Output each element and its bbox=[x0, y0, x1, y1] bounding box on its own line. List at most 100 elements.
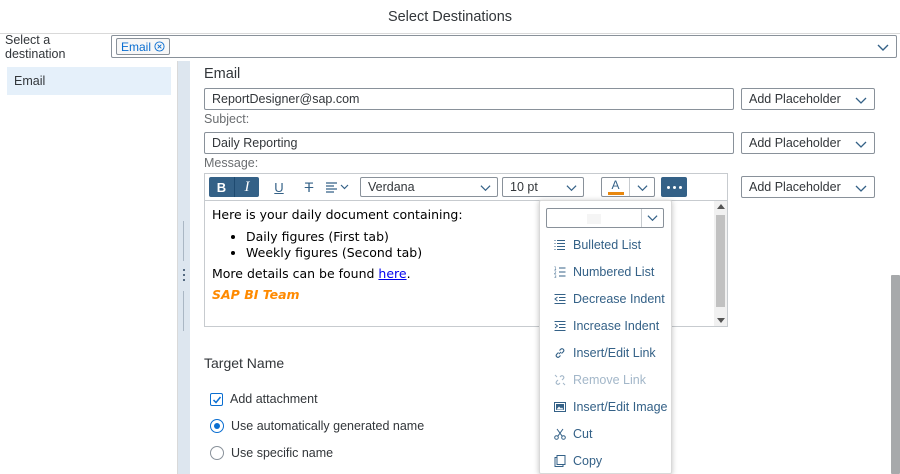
to-add-placeholder-select[interactable]: Add Placeholder bbox=[741, 88, 875, 110]
increase-indent-icon bbox=[554, 320, 566, 331]
editor-scrollbar[interactable] bbox=[714, 201, 727, 326]
destination-token-email[interactable]: Email bbox=[116, 38, 171, 55]
menu-item-label: Cut bbox=[573, 426, 593, 441]
font-color-button[interactable]: A bbox=[601, 177, 655, 197]
strikethrough-button[interactable]: T bbox=[297, 177, 321, 197]
svg-text:3: 3 bbox=[554, 274, 557, 278]
message-bullet-list: Daily figures (First tab) Weekly figures… bbox=[246, 229, 463, 260]
underline-button[interactable]: U bbox=[267, 177, 291, 197]
menu-item-label: Numbered List bbox=[573, 264, 655, 279]
add-attachment-option[interactable]: Add attachment bbox=[210, 392, 318, 406]
numbered-list-icon: 123 bbox=[554, 266, 566, 278]
add-attachment-label: Add attachment bbox=[230, 392, 318, 406]
chevron-down-icon bbox=[855, 141, 867, 148]
token-remove-icon[interactable] bbox=[154, 41, 165, 52]
destination-list-item-email[interactable]: Email bbox=[7, 67, 171, 95]
message-details: More details can be found here. bbox=[212, 266, 463, 282]
menu-item-insert-edit-image[interactable]: Insert/Edit Image bbox=[540, 393, 671, 420]
panel-scrollbar[interactable] bbox=[889, 61, 900, 474]
italic-button[interactable]: I bbox=[234, 177, 259, 197]
menu-item-decrease-indent[interactable]: Decrease Indent bbox=[540, 285, 671, 312]
chevron-down-icon bbox=[855, 185, 867, 192]
select-value: Add Placeholder bbox=[749, 136, 841, 150]
subject-input[interactable]: Daily Reporting bbox=[204, 132, 734, 154]
bulleted-list-icon bbox=[554, 239, 565, 250]
rich-text-toolbar: B I U T Verdana 10 pt A bbox=[204, 173, 728, 200]
scroll-up-icon[interactable] bbox=[717, 204, 725, 209]
link-icon bbox=[555, 347, 565, 358]
message-signature: SAP BI Team bbox=[212, 287, 300, 302]
menu-item-label: Increase Indent bbox=[573, 318, 660, 333]
menu-item-label: Copy bbox=[573, 453, 603, 468]
select-empty-value bbox=[587, 214, 601, 224]
specific-name-radio[interactable] bbox=[210, 446, 224, 460]
menu-item-label: Insert/Edit Image bbox=[573, 399, 668, 414]
menu-item-remove-link[interactable]: Remove Link bbox=[540, 366, 671, 393]
message-intro: Here is your daily document containing: bbox=[212, 207, 463, 222]
decrease-indent-icon bbox=[554, 293, 566, 304]
specific-name-option[interactable]: Use specific name bbox=[210, 446, 333, 460]
font-size-select[interactable]: 10 pt bbox=[502, 177, 584, 197]
chevron-down-icon bbox=[480, 185, 491, 192]
to-input[interactable]: ReportDesigner@sap.com bbox=[204, 88, 734, 110]
more-options-button[interactable] bbox=[661, 177, 687, 197]
subject-label: Subject: bbox=[204, 112, 250, 126]
menu-item-copy[interactable]: Copy bbox=[540, 447, 671, 474]
chevron-down-icon[interactable] bbox=[637, 182, 648, 193]
list-item: Daily figures (First tab) bbox=[246, 229, 463, 245]
destination-label: Select a destination bbox=[5, 33, 66, 61]
scrollbar-thumb[interactable] bbox=[716, 215, 725, 307]
splitter-line bbox=[183, 291, 184, 331]
font-color-letter: A bbox=[611, 178, 620, 192]
copy-icon bbox=[554, 454, 566, 467]
splitter-line bbox=[183, 221, 184, 261]
splitter-grip-icon[interactable] bbox=[183, 269, 185, 283]
details-link[interactable]: here bbox=[378, 266, 406, 281]
message-add-placeholder-select[interactable]: Add Placeholder bbox=[741, 176, 875, 198]
font-color-icon[interactable]: A bbox=[602, 178, 630, 196]
align-left-icon bbox=[326, 182, 349, 193]
message-label: Message: bbox=[204, 156, 259, 170]
select-value: Add Placeholder bbox=[749, 92, 841, 106]
menu-item-cut[interactable]: Cut bbox=[540, 420, 671, 447]
chevron-down-icon bbox=[647, 215, 658, 222]
auto-name-radio[interactable] bbox=[210, 419, 224, 433]
scrollbar-thumb[interactable] bbox=[891, 275, 900, 474]
destination-multiselect[interactable]: Email bbox=[111, 35, 897, 58]
image-icon bbox=[554, 401, 566, 412]
chevron-down-icon bbox=[855, 97, 867, 104]
menu-item-label: Bulleted List bbox=[573, 237, 642, 252]
checkmark-icon bbox=[212, 396, 222, 404]
font-family-select[interactable]: Verdana bbox=[360, 177, 498, 197]
token-label: Email bbox=[121, 39, 152, 54]
font-color-swatch bbox=[607, 192, 624, 195]
details-suffix: . bbox=[406, 266, 411, 281]
menu-format-select[interactable] bbox=[546, 208, 664, 228]
select-value: Add Placeholder bbox=[749, 180, 841, 194]
scroll-down-icon[interactable] bbox=[717, 318, 725, 323]
section-title: Email bbox=[204, 66, 241, 82]
pane-splitter[interactable] bbox=[178, 61, 190, 474]
details-text: More details can be found bbox=[212, 266, 379, 281]
list-item: Weekly figures (Second tab) bbox=[246, 245, 463, 261]
menu-item-increase-indent[interactable]: Increase Indent bbox=[540, 312, 671, 339]
auto-name-option[interactable]: Use automatically generated name bbox=[210, 419, 424, 433]
menu-item-bulleted-list[interactable]: Bulleted List bbox=[540, 231, 671, 258]
menu-item-label: Insert/Edit Link bbox=[573, 345, 656, 360]
font-family-value: Verdana bbox=[368, 180, 415, 194]
subject-add-placeholder-select[interactable]: Add Placeholder bbox=[741, 132, 875, 154]
menu-item-numbered-list[interactable]: 123 Numbered List bbox=[540, 258, 671, 285]
menu-item-insert-edit-link[interactable]: Insert/Edit Link bbox=[540, 339, 671, 366]
text-align-button[interactable] bbox=[323, 177, 353, 197]
destination-list: Email bbox=[0, 61, 178, 474]
select-dropdown-button[interactable] bbox=[641, 209, 663, 227]
add-attachment-checkbox[interactable] bbox=[210, 392, 223, 406]
chevron-down-icon[interactable] bbox=[876, 40, 890, 54]
destination-list-item-label: Email bbox=[14, 74, 46, 88]
bold-button[interactable]: B bbox=[209, 177, 234, 197]
target-name-title: Target Name bbox=[204, 355, 285, 371]
menu-item-label: Decrease Indent bbox=[573, 291, 665, 306]
chevron-down-icon bbox=[566, 185, 577, 192]
dialog-title-bar: Select Destinations bbox=[0, 0, 900, 34]
message-content: Here is your daily document containing: … bbox=[212, 207, 463, 303]
